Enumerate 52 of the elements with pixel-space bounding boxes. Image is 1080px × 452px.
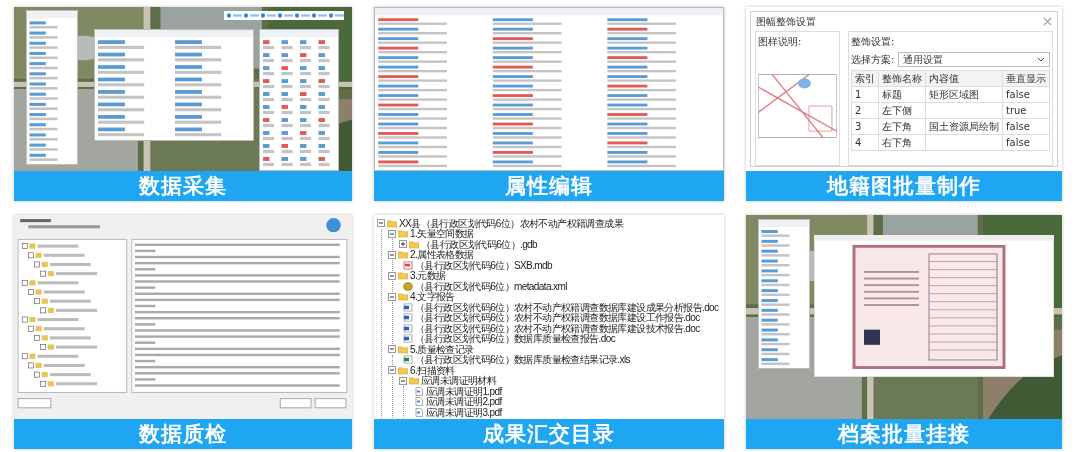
collapse-icon[interactable] xyxy=(388,271,396,280)
collapse-icon[interactable] xyxy=(388,250,396,259)
field-label: 选择方案: xyxy=(851,53,895,67)
panel-caption: 数据质检 xyxy=(14,419,352,449)
table-cell: 1 xyxy=(851,86,879,103)
expand-icon[interactable] xyxy=(399,240,407,249)
xml-file-icon xyxy=(403,281,413,291)
panel-caption: 成果汇交目录 xyxy=(374,419,724,449)
table-cell: true xyxy=(1002,102,1050,119)
document-icon xyxy=(403,323,413,333)
table-cell: 4 xyxy=(851,134,879,151)
collapse-icon[interactable] xyxy=(388,345,396,354)
panel-caption: 属性编辑 xyxy=(374,171,724,201)
panel-caption: 档案批量挂接 xyxy=(746,419,1062,449)
column-header: 索引 xyxy=(851,70,879,87)
table-cell: false xyxy=(1002,118,1050,135)
table-cell: 矩形区域图 xyxy=(925,86,1003,103)
collapse-icon[interactable] xyxy=(377,219,385,228)
close-icon[interactable] xyxy=(1043,17,1052,26)
table-cell: 左下角 xyxy=(878,118,926,135)
table-cell: 标题 xyxy=(878,86,926,103)
collapse-icon[interactable] xyxy=(388,292,396,301)
table-cell: 国土资源局绘制 xyxy=(925,118,1003,135)
caret-icon xyxy=(1037,57,1045,62)
folder-icon xyxy=(398,292,408,302)
table-cell: 右下角 xyxy=(878,134,926,151)
table-cell: 左下侧 xyxy=(878,102,926,119)
spreadsheet-icon xyxy=(403,355,413,365)
table-cell: false xyxy=(1002,86,1050,103)
table-cell: 3 xyxy=(851,118,879,135)
document-icon xyxy=(403,313,413,323)
folder-icon xyxy=(398,271,408,281)
pdf-file-icon xyxy=(414,397,424,407)
dialog-title: 图幅整饰设置 xyxy=(756,15,816,29)
collapse-icon[interactable] xyxy=(399,376,407,385)
column-header: 垂直显示 xyxy=(1002,70,1050,87)
scheme-dropdown[interactable]: 通用设置 xyxy=(898,52,1050,67)
group-label: 图样说明: xyxy=(758,35,803,49)
document-icon xyxy=(403,334,413,344)
database-file-icon xyxy=(403,260,413,270)
column-header: 整饰名称 xyxy=(878,70,926,87)
table-cell: 2 xyxy=(851,102,879,119)
collapse-icon[interactable] xyxy=(388,366,396,375)
pdf-file-icon xyxy=(414,386,424,396)
group-label: 整饰设置: xyxy=(851,35,896,49)
panel-caption: 数据采集 xyxy=(14,171,352,201)
column-header: 内容值 xyxy=(925,70,1003,87)
document-icon xyxy=(403,302,413,312)
collapse-icon[interactable] xyxy=(388,229,396,238)
folder-icon xyxy=(398,344,408,354)
panel-caption: 地籍图批量制作 xyxy=(746,171,1062,201)
table-cell: false xyxy=(1002,134,1050,151)
